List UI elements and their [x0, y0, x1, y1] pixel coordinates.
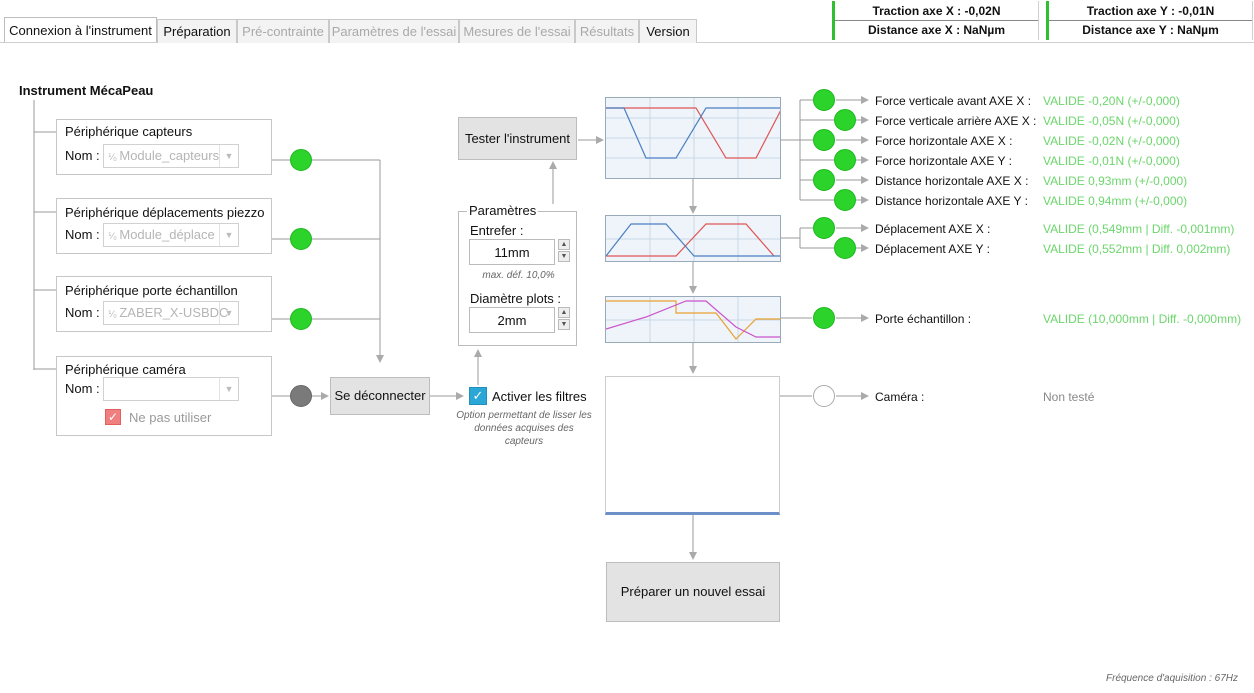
measurement-label: Force verticale arrière AXE X : — [875, 114, 1037, 128]
name-label: Nom : — [65, 305, 100, 320]
name-label: Nom : — [65, 381, 100, 396]
peripheral-title: Périphérique déplacements piezzo — [65, 205, 265, 220]
status-dot-force-horiz-y — [834, 149, 856, 171]
status-dot-displacement-y — [834, 237, 856, 259]
displacement-label: Déplacement AXE Y : — [875, 242, 990, 256]
chevron-down-icon: ▼ — [219, 224, 238, 246]
status-dot-dist-horiz-x — [813, 169, 835, 191]
measurement-result: VALIDE -0,01N (+/-0,000) — [1043, 154, 1180, 168]
status-dot-sample-holder — [813, 307, 835, 329]
params-group: Paramètres Entrefer : 11mm ▲ ▼ max. déf.… — [458, 203, 577, 346]
status-dot-force-horiz-x — [813, 129, 835, 151]
measurement-label: Distance horizontale AXE X : — [875, 174, 1029, 188]
name-label: Nom : — [65, 227, 100, 242]
filters-checkbox[interactable]: ✓ — [469, 387, 487, 405]
checkmark-icon: ✓ — [107, 410, 119, 424]
holder-device-select[interactable]: ⅟₀ ZABER_X-USBDC ▼ — [103, 301, 239, 325]
chevron-down-icon: ▼ — [219, 378, 238, 400]
gap-hint: max. déf. 10,0% — [482, 270, 555, 281]
peripheral-camera-panel: Périphérique caméra Nom : ▼ ✓ Ne pas uti… — [56, 356, 272, 436]
status-dot-force-vert-back-x — [834, 109, 856, 131]
measurement-label: Force verticale avant AXE X : — [875, 94, 1032, 108]
diameter-decrement[interactable]: ▼ — [558, 319, 570, 330]
name-label: Nom : — [65, 148, 100, 163]
measurement-label: Distance horizontale AXE Y : — [875, 194, 1028, 208]
status-dot-sensors — [290, 149, 312, 171]
diameter-input[interactable]: 2mm — [469, 307, 555, 333]
instrument-title: Instrument MécaPeau — [19, 83, 154, 98]
measurement-result: VALIDE 0,93mm (+/-0,000) — [1043, 174, 1188, 188]
piezo-device-select[interactable]: ⅟₀ Module_déplace ▼ — [103, 223, 239, 247]
chevron-down-icon: ▼ — [219, 302, 238, 324]
test-instrument-button[interactable]: Tester l'instrument — [458, 117, 577, 160]
device-icon: ⅟₀ — [108, 231, 120, 241]
disconnect-button[interactable]: Se déconnecter — [330, 377, 430, 415]
device-icon: ⅟₀ — [108, 309, 120, 319]
measurement-result: VALIDE -0,20N (+/-0,000) — [1043, 94, 1180, 108]
camera-result: Non testé — [1043, 390, 1095, 404]
measurement-label: Force horizontale AXE X : — [875, 134, 1013, 148]
camera-preview — [605, 376, 780, 515]
status-dot-dist-horiz-y — [834, 189, 856, 211]
chevron-down-icon: ▼ — [219, 145, 238, 167]
gap-label: Entrefer : — [470, 223, 524, 238]
measurement-result: VALIDE -0,02N (+/-0,000) — [1043, 134, 1180, 148]
status-dot-displacement-x — [813, 217, 835, 239]
diameter-increment[interactable]: ▲ — [558, 307, 570, 318]
status-dot-camera — [290, 385, 312, 407]
peripheral-title: Périphérique caméra — [65, 362, 186, 377]
do-not-use-label: Ne pas utiliser — [129, 410, 212, 425]
measurement-label: Force horizontale AXE Y : — [875, 154, 1012, 168]
gap-input[interactable]: 11mm — [469, 239, 555, 265]
displacement-result: VALIDE (0,552mm | Diff. 0,002mm) — [1043, 242, 1231, 256]
peripheral-title: Périphérique porte échantillon — [65, 283, 238, 298]
device-icon: ⅟₀ — [108, 152, 120, 162]
do-not-use-checkbox[interactable]: ✓ — [105, 409, 121, 425]
sample-holder-chart — [605, 296, 781, 343]
filters-label: Activer les filtres — [492, 389, 587, 404]
filters-description: Option permettant de lisser les données … — [456, 410, 592, 447]
peripheral-holder-panel: Périphérique porte échantillon Nom : ⅟₀ … — [56, 276, 272, 332]
peripheral-piezo-panel: Périphérique déplacements piezzo Nom : ⅟… — [56, 198, 272, 254]
sample-holder-result: VALIDE (10,000mm | Diff. -0,000mm) — [1043, 312, 1242, 326]
prepare-new-test-button[interactable]: Préparer un nouvel essai — [606, 562, 780, 622]
peripheral-title: Périphérique capteurs — [65, 124, 193, 139]
sample-holder-label: Porte échantillon : — [875, 312, 972, 326]
displacement-chart — [605, 215, 781, 262]
checkmark-icon: ✓ — [472, 388, 484, 403]
camera-device-select[interactable]: ▼ — [103, 377, 239, 401]
measurement-result: VALIDE -0,05N (+/-0,000) — [1043, 114, 1180, 128]
peripheral-sensors-panel: Périphérique capteurs Nom : ⅟₀ Module_ca… — [56, 119, 272, 175]
status-dot-piezo — [290, 228, 312, 250]
status-dot-force-vert-front-x — [813, 89, 835, 111]
gap-increment[interactable]: ▲ — [558, 239, 570, 250]
gap-decrement[interactable]: ▼ — [558, 251, 570, 262]
displacement-result: VALIDE (0,549mm | Diff. -0,001mm) — [1043, 222, 1235, 236]
camera-label: Caméra : — [875, 390, 925, 404]
measurement-result: VALIDE 0,94mm (+/-0,000) — [1043, 194, 1188, 208]
status-dot-camera-test — [813, 385, 835, 407]
params-legend: Paramètres — [467, 203, 539, 218]
sensors-device-select[interactable]: ⅟₀ Module_capteurs ▼ — [103, 144, 239, 168]
acquisition-frequency: Fréquence d'aquisition : 67Hz — [1106, 673, 1238, 684]
displacement-label: Déplacement AXE X : — [875, 222, 991, 236]
diameter-label: Diamètre plots : — [470, 291, 562, 306]
force-chart — [605, 97, 781, 179]
status-dot-holder — [290, 308, 312, 330]
